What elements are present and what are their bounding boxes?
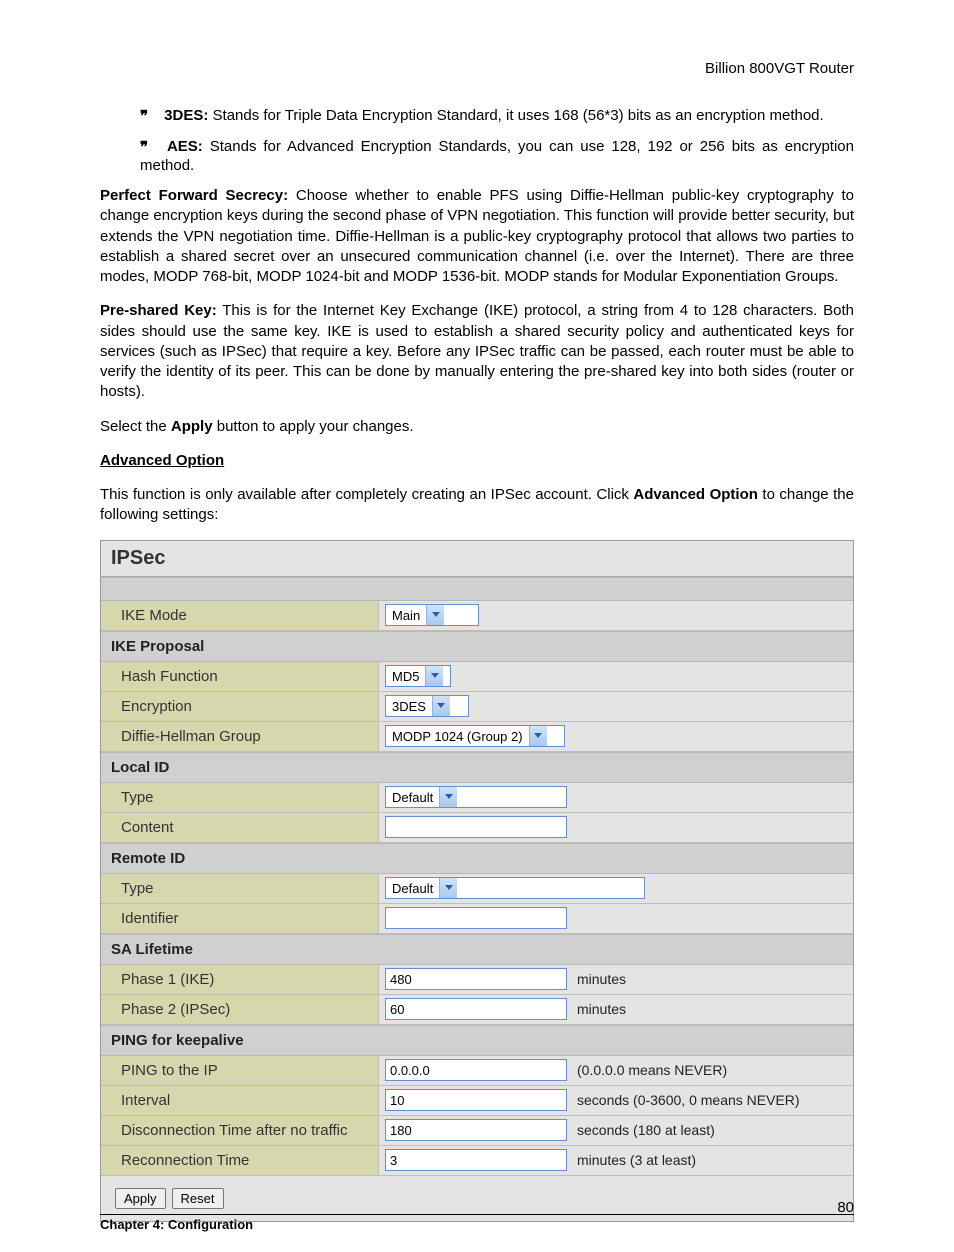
- section-ping-keepalive: PING for keepalive: [101, 1025, 853, 1056]
- bullet-3des: ❞ 3DES: Stands for Triple Data Encryptio…: [140, 107, 854, 126]
- panel-spacer: [101, 577, 853, 601]
- apply-btn-word: Apply: [171, 418, 213, 435]
- input-disconnection[interactable]: 180: [385, 1119, 567, 1141]
- chevron-down-icon: [426, 605, 444, 625]
- page-header-product: Billion 800VGT Router: [100, 60, 854, 77]
- input-reconnection[interactable]: 3: [385, 1149, 567, 1171]
- bullet-3des-text: Stands for Triple Data Encryption Standa…: [208, 107, 823, 124]
- label-local-content: Content: [101, 813, 379, 842]
- label-phase1: Phase 1 (IKE): [101, 965, 379, 994]
- apply-post: button to apply your changes.: [213, 418, 414, 435]
- select-hash-value: MD5: [386, 669, 425, 684]
- select-remote-type-value: Default: [386, 881, 439, 896]
- select-hash[interactable]: MD5: [385, 665, 451, 687]
- section-ike-proposal: IKE Proposal: [101, 631, 853, 662]
- input-local-content[interactable]: [385, 816, 567, 838]
- section-local-id: Local ID: [101, 752, 853, 783]
- select-dh-group-value: MODP 1024 (Group 2): [386, 729, 529, 744]
- suffix-interval: seconds (0-3600, 0 means NEVER): [577, 1092, 800, 1108]
- reset-button[interactable]: Reset: [172, 1188, 224, 1209]
- footer-chapter: Chapter 4: Configuration: [100, 1217, 253, 1232]
- psk-label: Pre-shared Key:: [100, 302, 217, 319]
- suffix-phase2: minutes: [577, 1001, 626, 1017]
- para-psk: Pre-shared Key: This is for the Internet…: [100, 301, 854, 402]
- row-ike-mode: IKE Mode Main: [101, 601, 853, 631]
- label-dh-group: Diffie-Hellman Group: [101, 722, 379, 751]
- row-phase1: Phase 1 (IKE) 480 minutes: [101, 965, 853, 995]
- input-phase1[interactable]: 480: [385, 968, 567, 990]
- row-local-type: Type Default: [101, 783, 853, 813]
- row-interval: Interval 10 seconds (0-3600, 0 means NEV…: [101, 1086, 853, 1116]
- row-reconnection: Reconnection Time 3 minutes (3 at least): [101, 1146, 853, 1176]
- pfs-label: Perfect Forward Secrecy:: [100, 187, 288, 204]
- row-remote-identifier: Identifier: [101, 904, 853, 934]
- advanced-option-desc: This function is only available after co…: [100, 485, 854, 526]
- adv-bold: Advanced Option: [633, 486, 758, 503]
- row-dh-group: Diffie-Hellman Group MODP 1024 (Group 2): [101, 722, 853, 752]
- select-local-type-value: Default: [386, 790, 439, 805]
- row-disconnection: Disconnection Time after no traffic 180 …: [101, 1116, 853, 1146]
- input-ping-ip[interactable]: 0.0.0.0: [385, 1059, 567, 1081]
- chevron-down-icon: [432, 696, 450, 716]
- row-remote-type: Type Default: [101, 874, 853, 904]
- chevron-down-icon: [439, 787, 457, 807]
- select-remote-type[interactable]: Default: [385, 877, 645, 899]
- apply-pre: Select the: [100, 418, 171, 435]
- label-ike-mode: IKE Mode: [101, 601, 379, 630]
- suffix-phase1: minutes: [577, 971, 626, 987]
- adv-pre: This function is only available after co…: [100, 486, 633, 503]
- para-apply: Select the Apply button to apply your ch…: [100, 417, 854, 437]
- select-encryption-value: 3DES: [386, 699, 432, 714]
- label-disconnection: Disconnection Time after no traffic: [101, 1116, 379, 1145]
- section-remote-id: Remote ID: [101, 843, 853, 874]
- row-ping-ip: PING to the IP 0.0.0.0 (0.0.0.0 means NE…: [101, 1056, 853, 1086]
- label-remote-type: Type: [101, 874, 379, 903]
- label-local-type: Type: [101, 783, 379, 812]
- label-interval: Interval: [101, 1086, 379, 1115]
- chevron-down-icon: [439, 878, 457, 898]
- select-ike-mode[interactable]: Main: [385, 604, 479, 626]
- panel-title: IPSec: [101, 541, 853, 577]
- input-remote-identifier[interactable]: [385, 907, 567, 929]
- bullet-aes: ❞ AES: Stands for Advanced Encryption St…: [140, 138, 854, 174]
- page-footer: Chapter 4: Configuration: [100, 1214, 854, 1232]
- row-hash: Hash Function MD5: [101, 662, 853, 692]
- suffix-disconnection: seconds (180 at least): [577, 1122, 715, 1138]
- input-interval[interactable]: 10: [385, 1089, 567, 1111]
- select-local-type[interactable]: Default: [385, 786, 567, 808]
- select-ike-mode-value: Main: [386, 608, 426, 623]
- chevron-down-icon: [529, 726, 547, 746]
- row-local-content: Content: [101, 813, 853, 843]
- label-reconnection: Reconnection Time: [101, 1146, 379, 1175]
- para-pfs: Perfect Forward Secrecy: Choose whether …: [100, 186, 854, 287]
- select-encryption[interactable]: 3DES: [385, 695, 469, 717]
- suffix-reconnection: minutes (3 at least): [577, 1152, 696, 1168]
- label-ping-ip: PING to the IP: [101, 1056, 379, 1085]
- label-remote-identifier: Identifier: [101, 904, 379, 933]
- row-encryption: Encryption 3DES: [101, 692, 853, 722]
- bullet-aes-label: AES:: [167, 138, 203, 155]
- label-phase2: Phase 2 (IPSec): [101, 995, 379, 1024]
- ipsec-panel: IPSec IKE Mode Main IKE Proposal Hash Fu…: [100, 540, 854, 1222]
- suffix-ping-ip: (0.0.0.0 means NEVER): [577, 1062, 727, 1078]
- bullet-icon: ❞: [140, 107, 160, 126]
- bullet-aes-text: Stands for Advanced Encryption Standards…: [140, 138, 854, 174]
- advanced-option-heading-text: Advanced Option: [100, 452, 224, 469]
- select-dh-group[interactable]: MODP 1024 (Group 2): [385, 725, 565, 747]
- bullet-icon: ❞: [140, 138, 160, 157]
- label-encryption: Encryption: [101, 692, 379, 721]
- bullet-3des-label: 3DES:: [164, 107, 208, 124]
- advanced-option-heading: Advanced Option: [100, 451, 854, 471]
- apply-button[interactable]: Apply: [115, 1188, 166, 1209]
- row-phase2: Phase 2 (IPSec) 60 minutes: [101, 995, 853, 1025]
- section-sa-lifetime: SA Lifetime: [101, 934, 853, 965]
- chevron-down-icon: [425, 666, 443, 686]
- label-hash: Hash Function: [101, 662, 379, 691]
- input-phase2[interactable]: 60: [385, 998, 567, 1020]
